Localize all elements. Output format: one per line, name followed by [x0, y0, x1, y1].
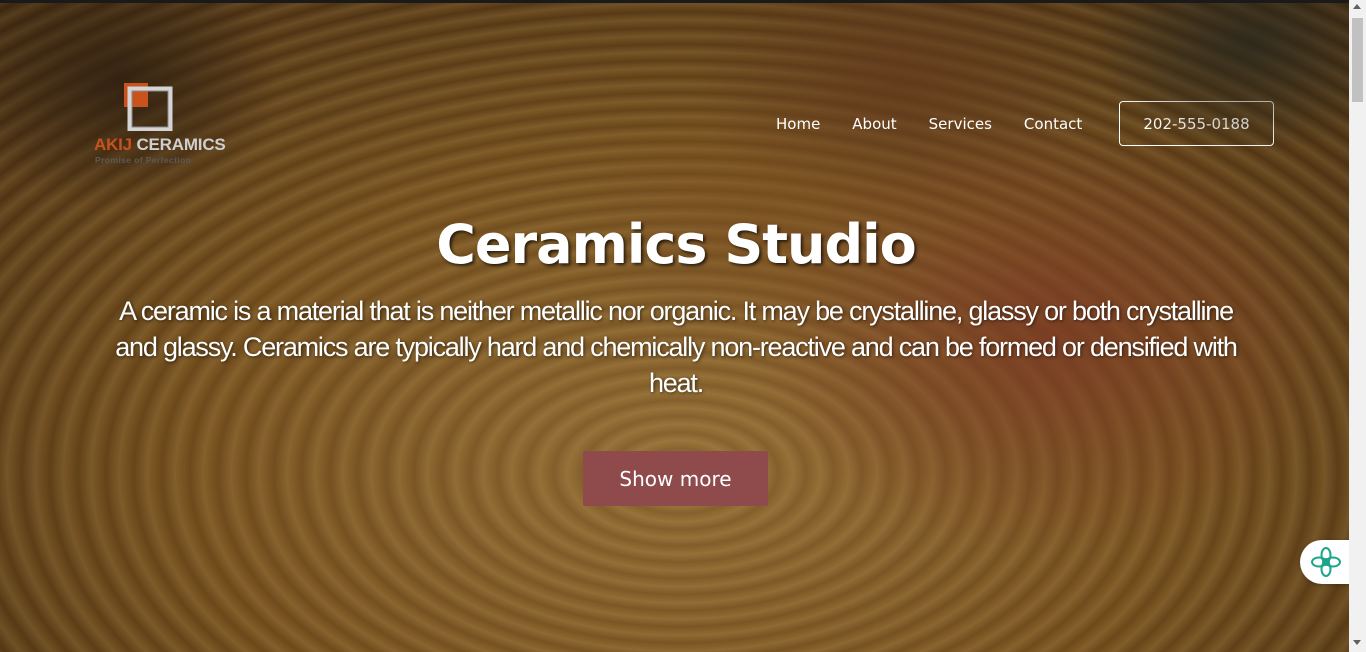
- hero-description: A ceramic is a material that is neither …: [115, 296, 1238, 398]
- nav-home-link[interactable]: Home: [760, 111, 836, 137]
- scroll-down-arrow-icon[interactable]: [1353, 640, 1361, 645]
- nav-contact-link[interactable]: Contact: [1008, 111, 1098, 137]
- logo-brand-primary: AKIJ: [94, 135, 132, 154]
- nav-about-link[interactable]: About: [836, 111, 912, 137]
- hero-section: AKIJ CERAMICS Promise of Perfection Home…: [0, 3, 1349, 652]
- page-scrollbar[interactable]: [1349, 0, 1366, 652]
- scroll-up-arrow-icon[interactable]: [1353, 4, 1361, 9]
- nav-services-link[interactable]: Services: [913, 111, 1008, 137]
- page-viewport: AKIJ CERAMICS Promise of Perfection Home…: [0, 0, 1366, 652]
- main-nav: Home About Services Contact: [760, 111, 1098, 137]
- hero-title: Ceramics Studio: [436, 213, 916, 276]
- show-more-button[interactable]: Show more: [583, 451, 768, 506]
- logo-square-icon: [124, 83, 173, 131]
- logo-brand-secondary: CERAMICS: [136, 135, 226, 154]
- logo-tagline: Promise of Perfection: [95, 155, 192, 165]
- logo-wordmark: AKIJ CERAMICS: [94, 135, 226, 155]
- phone-button[interactable]: 202-555-0188: [1119, 101, 1274, 146]
- assistant-flower-icon: [1311, 547, 1341, 577]
- scrollbar-thumb[interactable]: [1352, 18, 1363, 102]
- assistant-widget-button[interactable]: [1300, 540, 1349, 584]
- brand-logo[interactable]: AKIJ CERAMICS Promise of Perfection: [94, 81, 226, 167]
